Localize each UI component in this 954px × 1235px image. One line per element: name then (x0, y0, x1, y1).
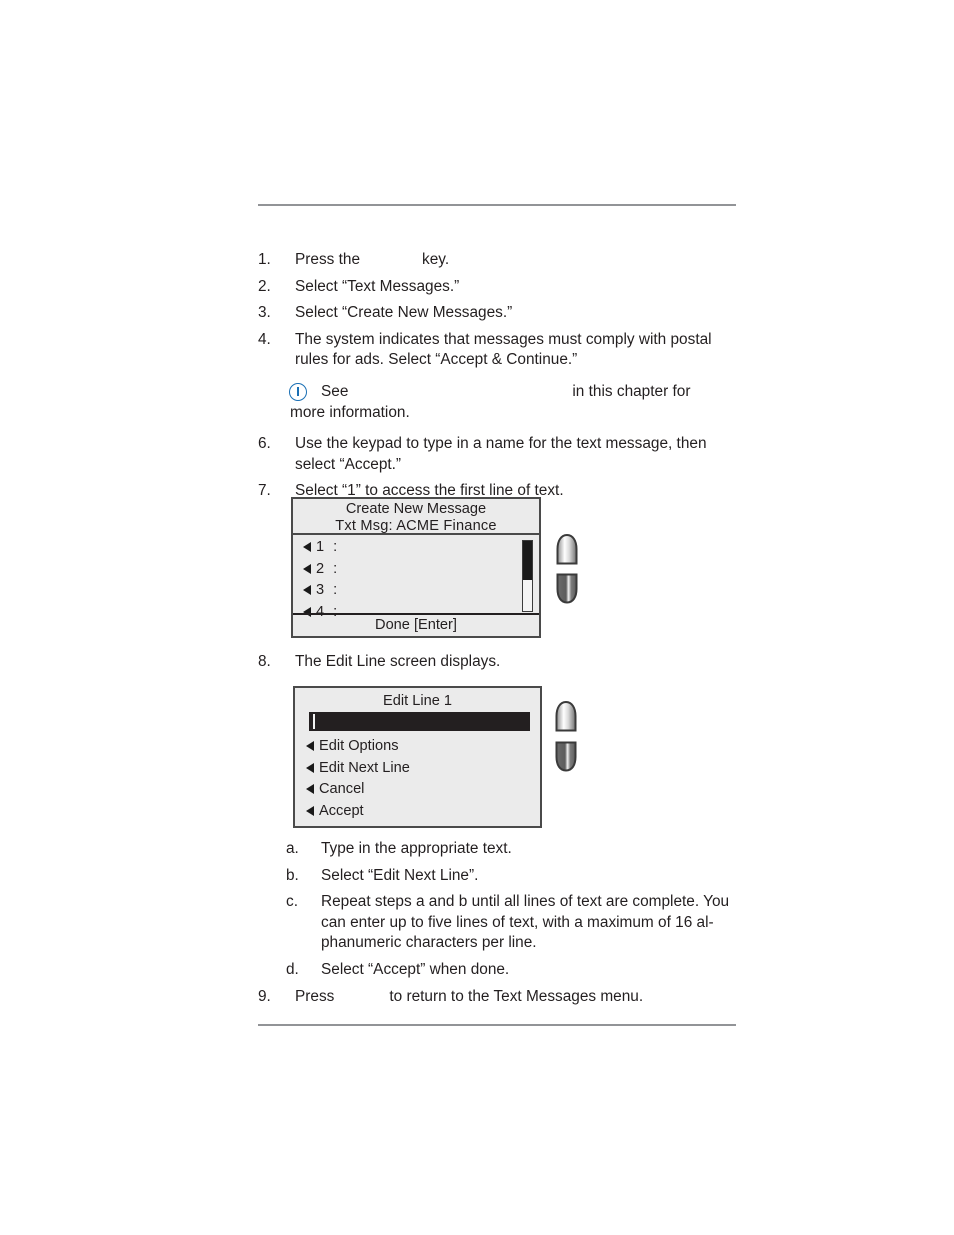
step-9-text-before: Press (295, 987, 335, 1005)
substep-d-letter: d. (286, 960, 299, 978)
lcd-create-row-2[interactable]: 2: (293, 559, 539, 581)
lcd-create-row-1-colon: : (333, 539, 338, 555)
text-cursor-icon (313, 714, 315, 729)
left-arrow-icon (306, 805, 314, 816)
substeps-container: a. Type in the appropriate text. b. Sele… (258, 839, 748, 1013)
step-8-container: 8. The Edit Line screen displays. (258, 652, 748, 679)
lcd-edit-menu-item-cancel[interactable]: Cancel (295, 779, 540, 801)
scroll-up-button-create[interactable] (556, 534, 578, 565)
step-2-text: Select “Text Messages.” (295, 277, 460, 295)
note-block: See in this chapter for more information. (258, 382, 748, 423)
step-8: 8. The Edit Line screen displays. (258, 652, 748, 673)
substep-d: d. Select “Accept” when done. (258, 960, 748, 981)
procedure-content: 1. Press the key. 2. Select “Text Message… (258, 250, 748, 508)
scroll-down-button-create[interactable] (556, 573, 578, 604)
step-6: 6. Use the keypad to type in a name for … (258, 434, 748, 475)
scrollbar-thumb[interactable] (523, 541, 532, 580)
document-page: 1. Press the key. 2. Select “Text Message… (0, 0, 954, 1235)
substep-b-letter: b. (286, 866, 299, 884)
step-9-text: Press to return to the Text Messages menu… (295, 987, 748, 1008)
substep-a-text: Type in the appropriate text. (321, 840, 512, 857)
footer-rule (258, 1024, 736, 1026)
left-arrow-icon (303, 542, 311, 552)
lcd-create-title: Create New Message (345, 501, 487, 517)
step-2: 2. Select “Text Messages.” (258, 277, 748, 298)
step-1-number: 1. (258, 251, 271, 268)
step-6-number: 6. (258, 435, 271, 453)
left-arrow-icon (306, 762, 314, 773)
lcd-create-footer-done[interactable]: Done [Enter] (293, 613, 539, 636)
step-2-number: 2. (258, 277, 271, 295)
step-7-number: 7. (258, 482, 271, 500)
left-arrow-icon (306, 741, 314, 751)
note-text: See in this chapter for (321, 382, 748, 403)
left-arrow-icon (306, 784, 314, 794)
lcd-edit-menu-item-cancel-label: Cancel (319, 781, 365, 797)
step-3-number: 3. (258, 304, 271, 322)
substep-b: b. Select “Edit Next Line”. (258, 866, 748, 887)
lcd-create-row-2-colon: : (333, 560, 338, 577)
step-3-text: Select “Create New Messages.” (295, 304, 513, 322)
lcd-create-row-3[interactable]: 3: (293, 580, 539, 602)
lcd-edit-text-input[interactable] (309, 712, 530, 731)
lcd-create-row-3-colon: : (333, 582, 338, 598)
info-circle-icon (289, 382, 307, 401)
lcd-create-row-1-label: 1 (316, 539, 325, 555)
lcd-create-subtitle: Txt Msg: ACME Finance (335, 517, 497, 534)
scroll-down-button-edit[interactable] (555, 741, 577, 772)
step-4-text: The system indicates that messages must … (295, 330, 712, 369)
lcd-edit-menu-item-edit-options[interactable]: Edit Options (295, 736, 540, 758)
scroll-up-button-edit[interactable] (555, 701, 577, 732)
lcd-edit-menu-item-edit-next-line[interactable]: Edit Next Line (295, 758, 540, 780)
lcd-edit-title: Edit Line 1 (383, 693, 452, 709)
substep-c-letter: c. (286, 893, 298, 911)
lcd-create-row-2-label: 2 (316, 560, 325, 577)
step-9-text-after: to return to the Text Messages menu. (389, 987, 644, 1005)
lcd-create-header: Create New Message Txt Msg: ACME Finance (293, 499, 539, 535)
step-4-number: 4. (258, 330, 271, 348)
lcd-create-row-1[interactable]: 1: (293, 537, 539, 559)
left-arrow-icon (303, 563, 311, 574)
step-9: 9. Press to return to the Text Messages m… (258, 987, 748, 1008)
step-1-text-after: key. (422, 251, 450, 268)
step-1-text: Press the key. (295, 250, 748, 271)
substep-a-letter: a. (286, 840, 299, 857)
lcd-create-scrollbar[interactable] (522, 540, 533, 612)
lcd-create-row-3-label: 3 (316, 582, 325, 598)
substep-c: c. Repeat steps a and b until all lines … (258, 892, 748, 954)
note-second-line: more information. (290, 403, 410, 421)
note-trailing: in this chapter for (572, 382, 691, 400)
step-4: 4. The system indicates that messages mu… (258, 330, 748, 371)
step-1-text-before: Press the (295, 251, 361, 268)
lcd-edit-menu-item-edit-next-line-label: Edit Next Line (319, 759, 410, 776)
step-9-number: 9. (258, 987, 271, 1005)
step-1: 1. Press the key. (258, 250, 748, 271)
step-8-number: 8. (258, 653, 271, 670)
substep-c-text: Repeat steps a and b until all lines of … (321, 893, 730, 952)
step-8-text: The Edit Line screen displays. (295, 653, 501, 670)
note-lead: See (321, 382, 349, 400)
step-3: 3. Select “Create New Messages.” (258, 303, 748, 324)
lcd-edit-menu-item-accept-label: Accept (319, 802, 364, 819)
substep-d-text: Select “Accept” when done. (321, 960, 510, 978)
header-rule (258, 204, 736, 206)
lcd-edit-menu-item-edit-options-label: Edit Options (319, 738, 399, 754)
lcd-screen-create-new-message: Create New Message Txt Msg: ACME Finance… (291, 497, 541, 638)
substep-b-text: Select “Edit Next Line”. (321, 866, 479, 884)
step-6-text: Use the keypad to type in a name for the… (295, 435, 707, 473)
lcd-edit-menu-item-accept[interactable]: Accept (295, 801, 540, 823)
left-arrow-icon (303, 585, 311, 595)
lcd-edit-menu: Edit Options Edit Next Line Cancel Accep… (295, 736, 540, 822)
substep-a: a. Type in the appropriate text. (258, 839, 748, 860)
lcd-screen-edit-line: Edit Line 1 Edit Options Edit Next Line … (293, 686, 542, 828)
lcd-create-line-list: 1: 2: 3: 4: (293, 537, 539, 620)
